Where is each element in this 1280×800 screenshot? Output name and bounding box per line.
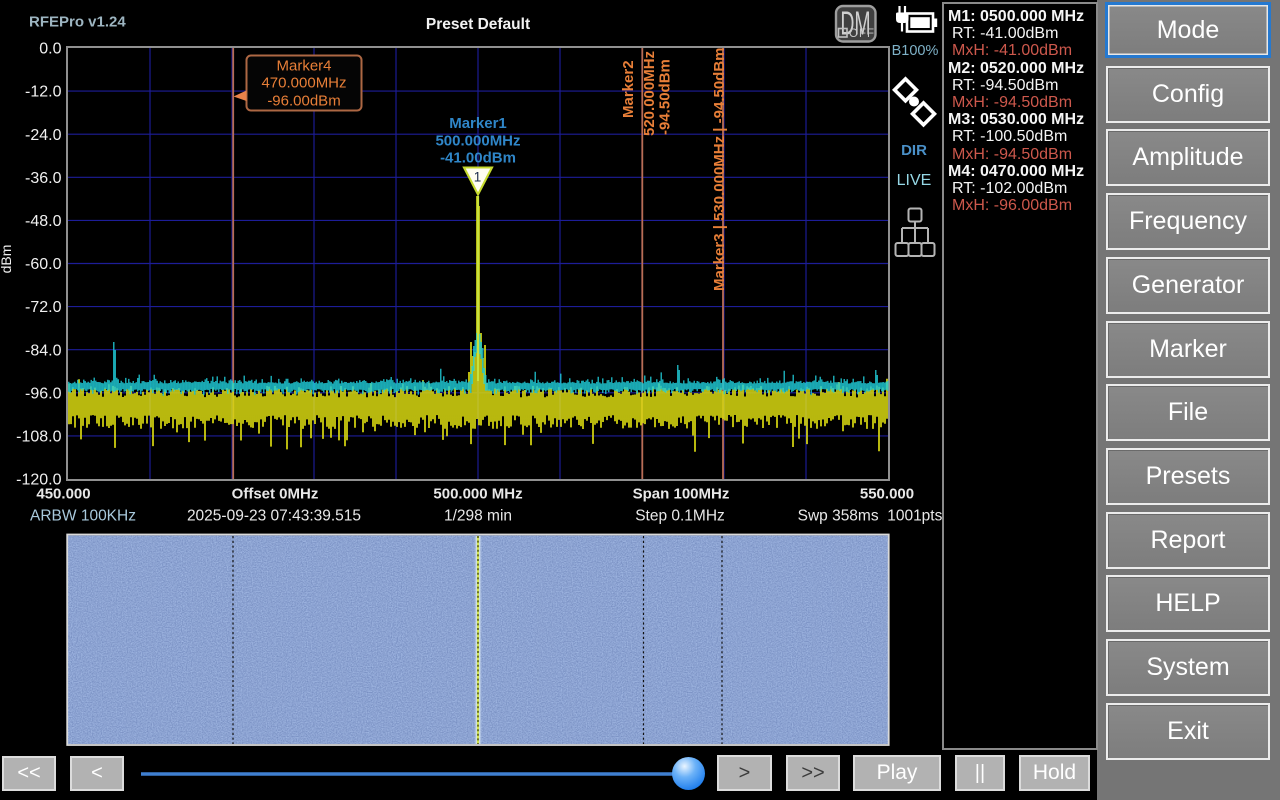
svg-text:OFF: OFF: [849, 28, 874, 40]
svg-text:LIVE: LIVE: [897, 172, 932, 189]
svg-text:520.000MHz: 520.000MHz: [641, 51, 658, 136]
svg-text:500.000MHz: 500.000MHz: [435, 133, 520, 150]
svg-text:0.0: 0.0: [39, 41, 61, 58]
svg-text:-36.0: -36.0: [25, 170, 62, 187]
svg-text:Span 100MHz: Span 100MHz: [633, 486, 730, 503]
svg-text:450.000: 450.000: [36, 486, 90, 503]
svg-text:2025-09-23 07:43:39.515: 2025-09-23 07:43:39.515: [187, 508, 361, 525]
svg-text:-48.0: -48.0: [25, 213, 62, 230]
svg-text:B100%: B100%: [892, 43, 939, 59]
svg-text:Step 0.1MHz: Step 0.1MHz: [635, 508, 725, 525]
svg-text:Marker1: Marker1: [449, 115, 507, 132]
svg-text:RFEPro v1.24: RFEPro v1.24: [29, 14, 126, 31]
svg-text:550.000: 550.000: [860, 486, 914, 503]
svg-text:500.000 MHz: 500.000 MHz: [433, 486, 522, 503]
svg-text:Preset Default: Preset Default: [426, 16, 530, 33]
svg-text:-96.0: -96.0: [25, 385, 62, 402]
svg-text:-72.0: -72.0: [25, 299, 62, 316]
svg-text:Marker2: Marker2: [620, 60, 637, 118]
svg-text:-41.00dBm: -41.00dBm: [440, 150, 516, 167]
svg-text:-108.0: -108.0: [16, 429, 61, 446]
svg-text:1/298 min: 1/298 min: [444, 508, 512, 525]
svg-text:-94.50dBm: -94.50dBm: [657, 59, 674, 135]
svg-text:dBm: dBm: [0, 245, 14, 274]
svg-text:-84.0: -84.0: [25, 342, 62, 359]
svg-text:470.000MHz: 470.000MHz: [261, 75, 346, 92]
svg-text:-60.0: -60.0: [25, 256, 62, 273]
svg-text:Swp 358ms 1001pts: Swp 358ms 1001pts: [798, 508, 943, 525]
svg-text:1: 1: [474, 170, 482, 185]
svg-text:DIR: DIR: [901, 142, 927, 159]
svg-text:Marker4: Marker4: [276, 58, 331, 75]
svg-text:-24.0: -24.0: [25, 127, 62, 144]
svg-text:-96.00dBm: -96.00dBm: [267, 93, 340, 110]
svg-text:Marker3 | 530.000MHz | -94.50d: Marker3 | 530.000MHz | -94.50dBm: [711, 47, 728, 291]
svg-text:ARBW 100KHz: ARBW 100KHz: [30, 508, 136, 525]
svg-text:Offset 0MHz: Offset 0MHz: [232, 486, 319, 503]
svg-text:-12.0: -12.0: [25, 84, 62, 101]
